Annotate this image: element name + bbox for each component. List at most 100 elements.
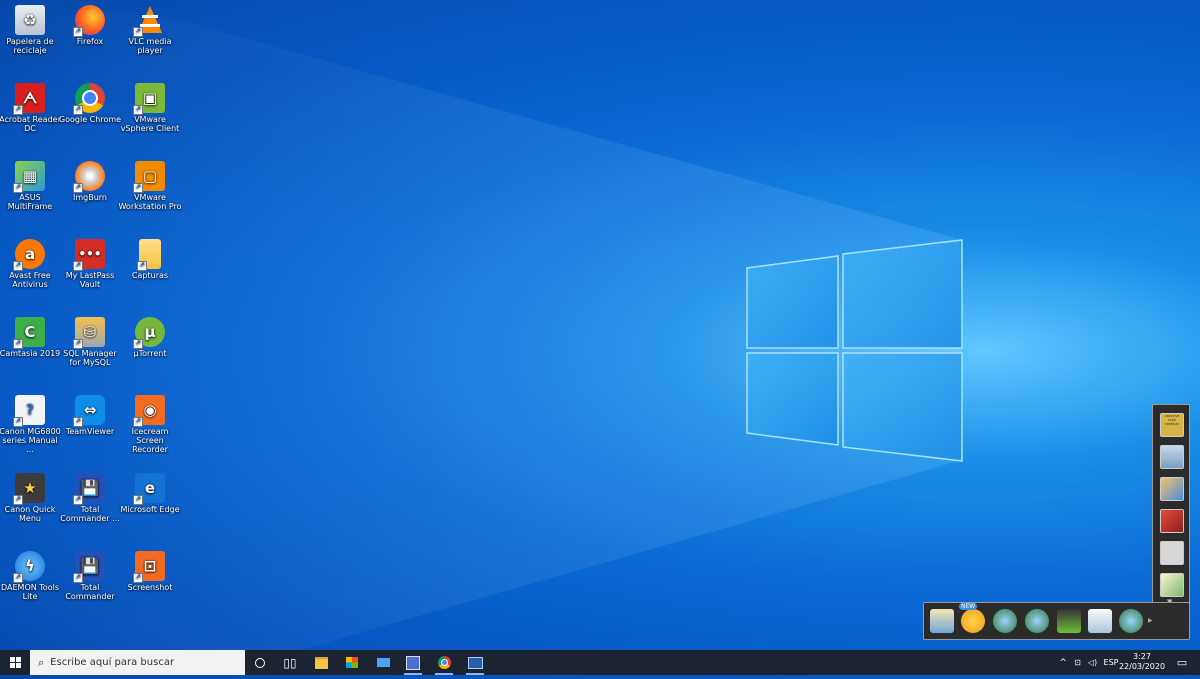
clock-date: 22/03/2020	[1118, 662, 1166, 671]
task-view-button[interactable]: ▯▯	[275, 650, 305, 675]
total-commander-icon: 💾 ↗	[73, 473, 105, 505]
desktop-icon-acrobat[interactable]: ᗅ ↗ Acrobat Reader DC	[0, 83, 62, 133]
desktop-icon-icecream[interactable]: ◉ ↗ Icecream Screen Recorder	[118, 395, 182, 454]
photo-album-button[interactable]	[1160, 477, 1184, 501]
desktop-icon-camtasia[interactable]: C ↗ Camtasia 2019	[0, 317, 62, 358]
desktop-icon-firefox[interactable]: ↗ Firefox	[58, 5, 122, 46]
quick-menu-bottom-panel: NEW ▶	[923, 602, 1190, 640]
volume-button[interactable]: ◁)	[1086, 650, 1099, 675]
clock-time: 3:27	[1133, 652, 1151, 661]
desktop-icon-edge[interactable]: e ↗ Microsoft Edge	[118, 473, 182, 514]
canon-quick-menu-icon: ★ ↗	[13, 473, 45, 505]
search-icon: ⌕	[38, 655, 45, 669]
taskbar: ⌕ Escribe aquí para buscar ▯▯ ^ ⊡ ◁) ESP…	[0, 650, 1200, 675]
photo-print-button[interactable]	[1160, 445, 1184, 469]
desktop-icon-daemon-tools[interactable]: ϟ ↗ DAEMON Tools Lite	[0, 551, 62, 601]
folder-icon: ↗	[137, 239, 161, 271]
speaker-icon: ◁)	[1087, 658, 1098, 667]
network-button[interactable]: ⊡	[1071, 650, 1084, 675]
total-commander-icon	[406, 655, 420, 670]
desktop-icon-vmware-workstation[interactable]: ▢ ↗ VMware Workstation Pro	[118, 161, 182, 211]
desktop-icon-teamviewer[interactable]: ⇔ ↗ TeamViewer	[58, 395, 122, 436]
icon-label: VMware vSphere Client	[120, 115, 180, 133]
imgburn-icon: ↗	[73, 161, 105, 193]
desktop-icon-lastpass[interactable]: ••• ↗ My LastPass Vault	[58, 239, 122, 289]
action-center-button[interactable]: ▭	[1168, 650, 1196, 675]
desktop-icon-screenshot[interactable]: ⊡ ↗ Screenshot	[118, 551, 182, 592]
start-button[interactable]	[0, 650, 30, 675]
scanner-button[interactable]	[1160, 541, 1184, 565]
desktop-icon-chrome[interactable]: ↗ Google Chrome	[58, 83, 122, 124]
chrome-icon	[437, 656, 451, 669]
icon-label: Capturas	[131, 271, 169, 280]
icon-label: Canon Quick Menu	[4, 505, 56, 523]
desktop-icon-total-commander-1[interactable]: 💾 ↗ Total Commander ...	[58, 473, 122, 523]
icon-label: Total Commander	[65, 583, 115, 601]
document-print-button[interactable]	[1160, 509, 1184, 533]
creative-park-label: CREATIVE PARK PREMIUM	[1164, 414, 1180, 426]
collage-button[interactable]	[1160, 573, 1184, 597]
task-view-icon: ▯▯	[283, 655, 297, 670]
scroll-right-icon[interactable]: ▶	[1148, 617, 1153, 624]
show-hidden-icons-button[interactable]: ^	[1057, 650, 1069, 675]
taskbar-search-box[interactable]: ⌕ Escribe aquí para buscar	[30, 650, 245, 675]
help-document-button[interactable]	[1088, 609, 1112, 633]
camtasia-icon: C ↗	[13, 317, 45, 349]
file-explorer-icon	[314, 656, 328, 669]
cortana-button[interactable]	[245, 650, 275, 675]
desktop-icon-vlc[interactable]: ↗ VLC media player	[118, 5, 182, 55]
remote-desktop-taskbar-button[interactable]	[460, 650, 490, 675]
icon-label: ImgBurn	[72, 193, 107, 202]
desktop-icon-total-commander-2[interactable]: 💾 ↗ Total Commander	[58, 551, 122, 601]
icon-label: Camtasia 2019	[0, 349, 61, 358]
screenshot-icon: ⊡ ↗	[133, 551, 165, 583]
store-button[interactable]	[337, 650, 367, 675]
icon-label: Icecream Screen Recorder	[131, 427, 169, 454]
icon-label: Avast Free Antivirus	[9, 271, 51, 289]
acrobat-icon: ᗅ ↗	[13, 83, 45, 115]
icon-label: Microsoft Edge	[120, 505, 180, 514]
online-manual-button[interactable]	[993, 609, 1017, 633]
printer-status-button[interactable]	[1057, 609, 1081, 633]
support-web-button[interactable]	[1119, 609, 1143, 633]
desktop-icon-capturas[interactable]: ↗ Capturas	[118, 239, 182, 280]
daemon-tools-icon: ϟ ↗	[13, 551, 45, 583]
cortana-icon	[255, 657, 265, 668]
special-offers-button[interactable]: NEW	[959, 603, 985, 633]
file-explorer-button[interactable]	[306, 650, 336, 675]
icon-label: VMware Workstation Pro	[118, 193, 182, 211]
desktop-icon-recycle-bin[interactable]: ♻ Papelera de reciclaje	[0, 5, 62, 55]
desktop-icon-canon-quick-menu[interactable]: ★ ↗ Canon Quick Menu	[0, 473, 62, 523]
lastpass-icon: ••• ↗	[73, 239, 105, 271]
desktop-icon-utorrent[interactable]: µ ↗ µTorrent	[118, 317, 182, 358]
chrome-icon: ↗	[73, 83, 105, 115]
desktop-icon-avast[interactable]: a ↗ Avast Free Antivirus	[0, 239, 62, 289]
vsphere-icon: ▣ ↗	[133, 83, 165, 115]
desktop-icon-asus-multiframe[interactable]: ▦ ↗ ASUS MultiFrame	[0, 161, 62, 211]
desktop-icon-vsphere[interactable]: ▣ ↗ VMware vSphere Client	[118, 83, 182, 133]
language-indicator: ESP	[1103, 658, 1119, 667]
my-image-garden-button[interactable]	[930, 609, 954, 633]
desktop-icon-canon-manual[interactable]: ? ↗ Canon MG6800 series Manual ...	[0, 395, 62, 454]
chrome-taskbar-button[interactable]	[429, 650, 459, 675]
icon-label: Canon MG6800 series Manual ...	[0, 427, 61, 454]
creative-park-premium-button[interactable]: CREATIVE PARK PREMIUM	[1160, 413, 1184, 437]
mail-button[interactable]	[368, 650, 398, 675]
remote-desktop-icon	[467, 656, 483, 669]
icon-label: TeamViewer	[65, 427, 115, 436]
total-commander-taskbar-button[interactable]	[398, 650, 428, 675]
taskbar-clock[interactable]: 3:27 22/03/2020	[1118, 650, 1166, 675]
icon-label: DAEMON Tools Lite	[1, 583, 59, 601]
vlc-icon: ↗	[133, 5, 165, 37]
icon-label: Screenshot	[127, 583, 173, 592]
notification-icon: ▭	[1176, 656, 1188, 669]
edge-icon: e ↗	[133, 473, 165, 505]
icon-label: Total Commander ...	[60, 505, 120, 523]
new-badge: NEW	[959, 603, 978, 610]
shopping-button[interactable]	[1025, 609, 1049, 633]
asus-multiframe-icon: ▦ ↗	[13, 161, 45, 193]
icecream-icon: ◉ ↗	[133, 395, 165, 427]
icon-label: Papelera de reciclaje	[6, 37, 54, 55]
desktop-icon-sql-manager[interactable]: ⛁ ↗ SQL Manager for MySQL	[58, 317, 122, 367]
desktop-icon-imgburn[interactable]: ↗ ImgBurn	[58, 161, 122, 202]
